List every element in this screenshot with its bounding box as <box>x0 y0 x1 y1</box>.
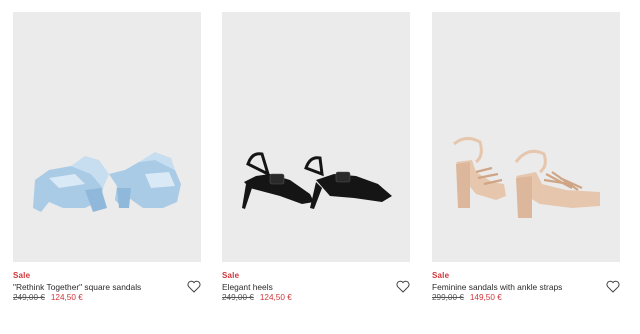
price-row: 299,00 € 149,50 € <box>432 293 502 302</box>
product-grid: Sale "Rethink Together" square sandals 2… <box>0 0 640 334</box>
price-row: 249,00 € 124,50 € <box>13 293 83 302</box>
wishlist-heart-icon[interactable] <box>187 280 201 293</box>
beige-platform-sandals-image <box>453 137 600 218</box>
sale-badge: Sale <box>222 271 240 280</box>
product-name[interactable]: Feminine sandals with ankle straps <box>432 282 562 292</box>
wishlist-heart-icon[interactable] <box>396 280 410 293</box>
product-image[interactable] <box>13 12 201 262</box>
black-slingback-heels-image <box>242 152 392 209</box>
product-image[interactable] <box>222 12 410 262</box>
original-price: 249,00 € <box>13 293 45 302</box>
product-name[interactable]: "Rethink Together" square sandals <box>13 282 141 292</box>
product-name[interactable]: Elegant heels <box>222 282 273 292</box>
blue-mule-sandals-image <box>33 152 181 212</box>
sale-price: 124,50 € <box>50 293 83 302</box>
price-row: 249,00 € 124,50 € <box>222 293 292 302</box>
wishlist-heart-icon[interactable] <box>606 280 620 293</box>
product-image[interactable] <box>432 12 620 262</box>
product-card[interactable]: Sale Elegant heels 249,00 € 124,50 € <box>222 12 410 302</box>
product-card[interactable]: Sale Feminine sandals with ankle straps … <box>432 12 620 302</box>
sale-price: 149,50 € <box>469 293 502 302</box>
product-card[interactable]: Sale "Rethink Together" square sandals 2… <box>13 12 201 302</box>
sale-badge: Sale <box>432 271 450 280</box>
original-price: 299,00 € <box>432 293 464 302</box>
original-price: 249,00 € <box>222 293 254 302</box>
sale-price: 124,50 € <box>259 293 292 302</box>
sale-badge: Sale <box>13 271 31 280</box>
